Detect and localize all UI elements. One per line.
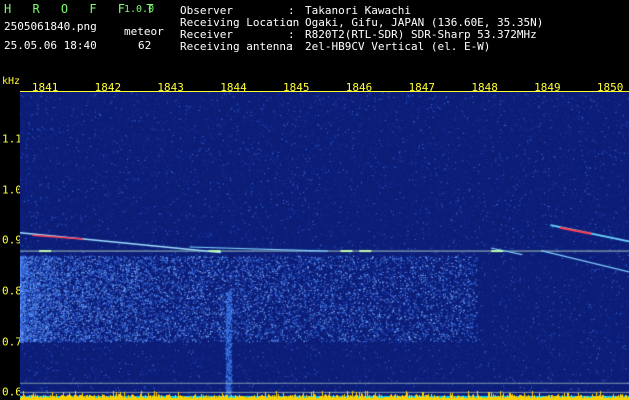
antenna-separator: :: [288, 40, 295, 53]
header-panel: H R O F F T 1.0.0 2505061840.png meteor …: [0, 0, 629, 56]
hroffft-window: H R O F F T 1.0.0 2505061840.png meteor …: [0, 0, 629, 400]
meteor-label: meteor: [124, 25, 164, 38]
file-name: 2505061840.png: [4, 20, 97, 33]
antenna-value: 2el-HB9CV Vertical (el. E-W): [305, 40, 491, 53]
x-axis-line: [20, 91, 629, 92]
spectrogram-plot: [20, 91, 629, 400]
capture-datetime: 25.05.06 18:40: [4, 39, 97, 52]
y-tick-label: 0.8: [2, 284, 22, 298]
antenna-label: Receiving antenna: [180, 40, 293, 53]
app-version: 1.0.0: [124, 4, 155, 15]
y-tick-label: 0.7: [2, 335, 22, 349]
y-axis-unit-label: kHz: [2, 76, 21, 87]
y-tick-label: 0.6: [2, 385, 22, 399]
y-tick-label: 1.0: [2, 183, 22, 197]
meteor-count: 62: [138, 39, 152, 52]
y-tick-label: 1.1: [2, 132, 22, 146]
y-tick-label: 0.9: [2, 233, 22, 247]
